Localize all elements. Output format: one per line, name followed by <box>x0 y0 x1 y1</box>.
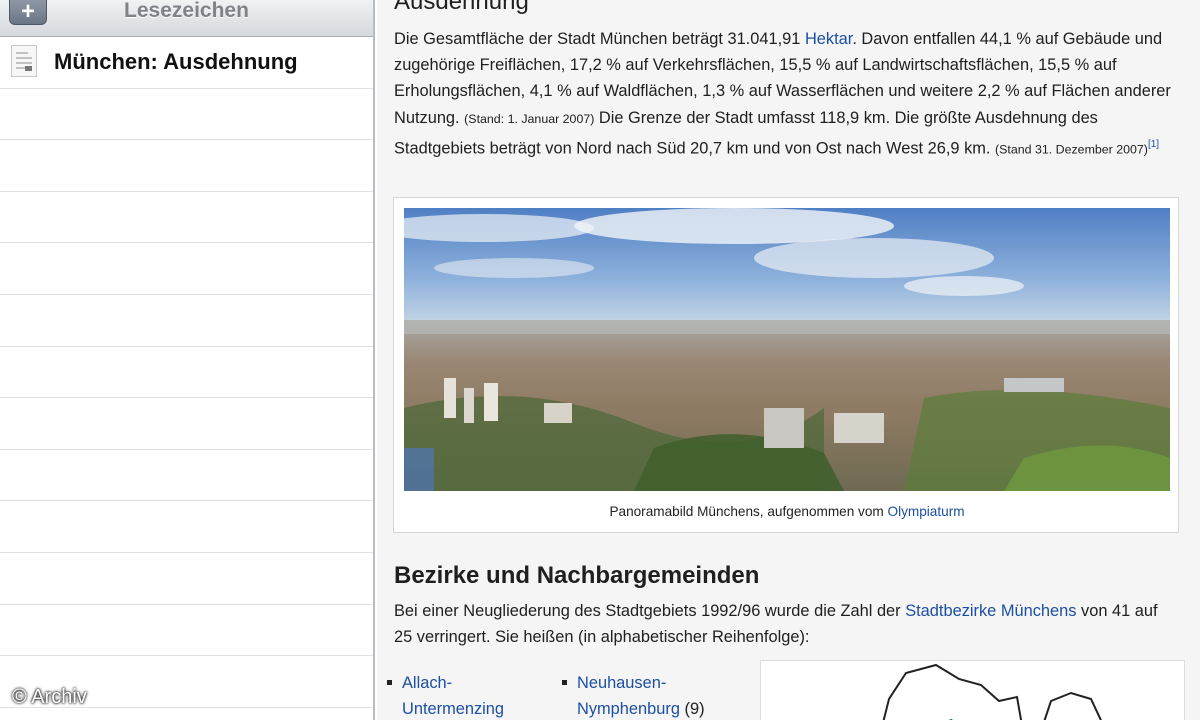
panorama-image[interactable] <box>404 208 1170 491</box>
panorama-figure: Panoramabild Münchens, aufgenommen vom O… <box>393 197 1179 533</box>
date-note: (Stand: 1. Januar 2007) <box>464 111 595 126</box>
bullet-icon <box>562 680 567 685</box>
district-list-item: Neuhausen- Nymphenburg (9) <box>562 670 705 720</box>
paragraph-text: Bei einer Neugliederung des Stadtgebiets… <box>394 602 906 620</box>
bookmark-item-muenchen-ausdehnung[interactable]: München: Ausdehnung <box>0 37 373 89</box>
sidebar-header: Lesezeichen + <box>0 0 373 37</box>
list-row-empty <box>0 243 373 295</box>
figure-caption: Panoramabild Münchens, aufgenommen vom O… <box>394 504 1180 519</box>
sidebar-title: Lesezeichen <box>124 0 249 22</box>
list-row-empty <box>0 501 373 553</box>
bookmark-list: München: Ausdehnung <box>0 37 373 708</box>
link-district-neuhausen[interactable]: Neuhausen- <box>577 674 666 692</box>
district-map-image[interactable] <box>760 660 1185 720</box>
document-icon <box>11 45 37 77</box>
paragraph-bezirke: Bei einer Neugliederung des Stadtgebiets… <box>394 598 1179 650</box>
list-row-empty <box>0 605 373 657</box>
list-row-empty <box>0 450 373 502</box>
link-hektar[interactable]: Hektar <box>805 30 852 48</box>
section-heading-bezirke: Bezirke und Nachbargemeinden <box>394 562 760 589</box>
list-row-empty <box>0 398 373 450</box>
link-district-allach[interactable]: Allach- <box>402 674 452 692</box>
add-bookmark-button[interactable]: + <box>9 0 47 25</box>
link-district-allach[interactable]: Untermenzing <box>402 700 504 718</box>
list-row-empty <box>0 140 373 192</box>
reference-link[interactable]: [1] <box>1148 139 1159 150</box>
link-stadtbezirke[interactable]: Stadtbezirke Münchens <box>905 602 1076 620</box>
article-content[interactable]: Ausdehnung Die Gesamtfläche der Stadt Mü… <box>377 0 1200 720</box>
list-row-empty <box>0 89 373 141</box>
district-count: (9) <box>679 700 705 718</box>
link-district-neuhausen[interactable]: Nymphenburg <box>577 700 680 718</box>
link-olympiaturm[interactable]: Olympiaturm <box>888 504 965 519</box>
list-row-empty <box>0 553 373 605</box>
district-list-item: Allach- Untermenzing <box>387 670 504 720</box>
paragraph-text: Die Gesamtfläche der Stadt München beträ… <box>394 30 805 48</box>
copyright-watermark: © Archiv <box>12 686 87 708</box>
paragraph-ausdehnung: Die Gesamtfläche der Stadt München beträ… <box>394 26 1179 162</box>
list-row-empty <box>0 295 373 347</box>
section-heading-ausdehnung: Ausdehnung <box>394 0 529 15</box>
date-note: (Stand 31. Dezember 2007) <box>995 142 1148 157</box>
list-row-empty <box>0 192 373 244</box>
bookmark-item-label: München: Ausdehnung <box>54 49 298 74</box>
caption-text: Panoramabild Münchens, aufgenommen vom <box>609 504 888 519</box>
bookmarks-sidebar: Lesezeichen + München: Ausdehnung © Arch… <box>0 0 375 720</box>
bullet-icon <box>387 680 392 685</box>
list-row-empty <box>0 347 373 399</box>
